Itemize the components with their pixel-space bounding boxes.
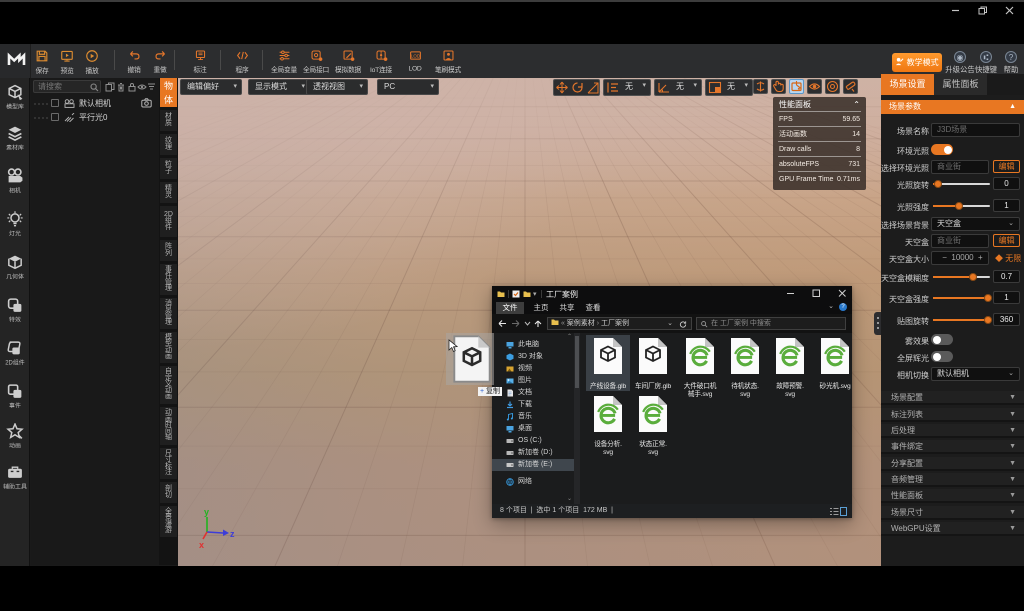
svg-text:y: y — [204, 507, 209, 517]
svg-text:x: x — [199, 540, 204, 550]
svg-text:LOD: LOD — [410, 54, 419, 59]
svg-text:z: z — [230, 529, 235, 539]
